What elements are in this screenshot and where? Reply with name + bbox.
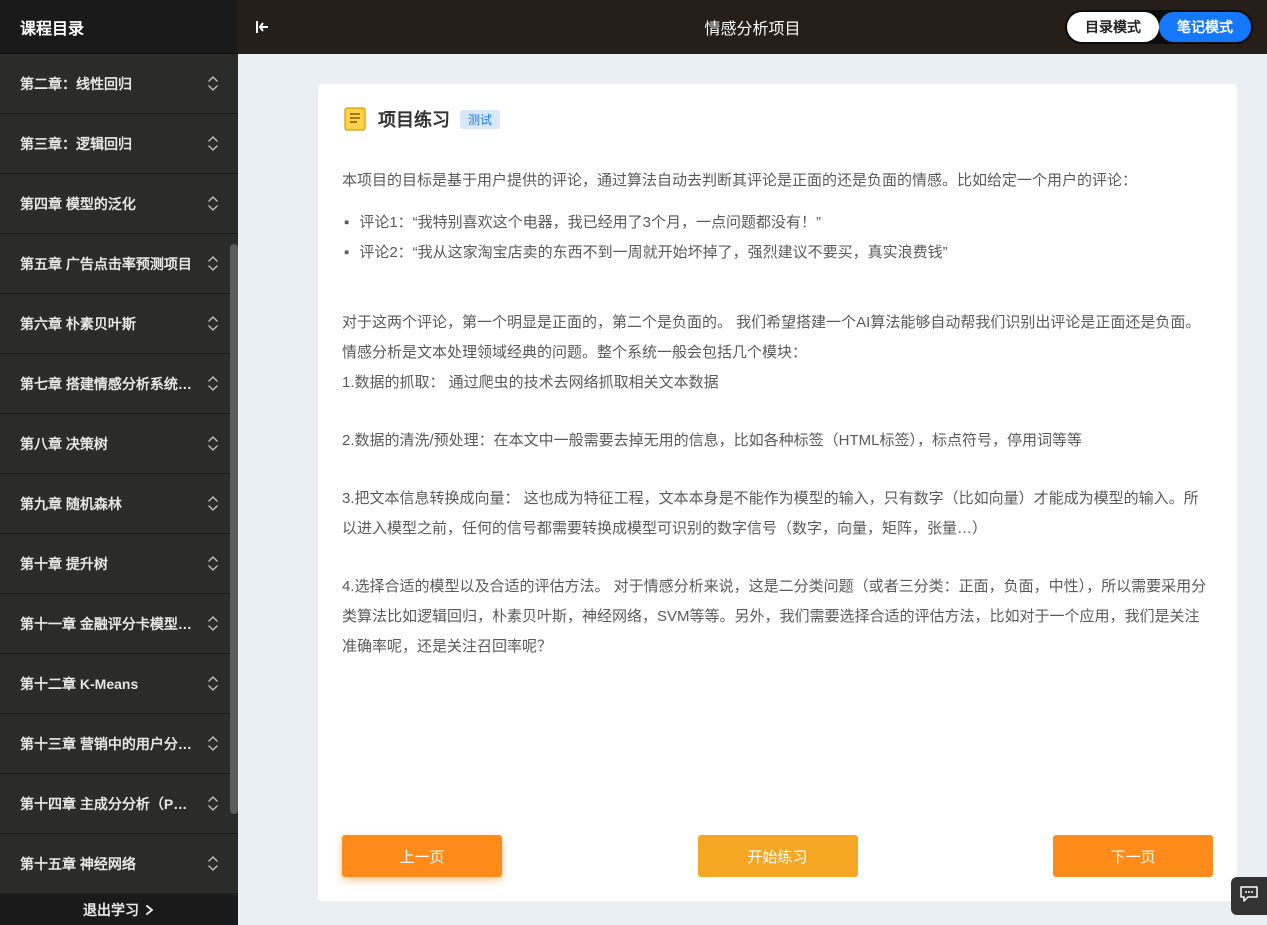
sidebar-item-label: 第九章 随机森林: [20, 494, 206, 514]
sort-icon: [206, 375, 220, 393]
sidebar-item-chapter-7[interactable]: 第七章 搭建情感分析系统…: [0, 354, 238, 414]
start-practice-button[interactable]: 开始练习: [698, 835, 858, 877]
sidebar-item-label: 第六章 朴素贝叶斯: [20, 314, 206, 334]
sidebar-item-label: 第十三章 营销中的用户分…: [20, 734, 206, 754]
card-footer: 上一页 开始练习 下一页: [342, 811, 1213, 877]
sidebar-item-label: 第二章：线性回归: [20, 74, 206, 94]
sidebar: 课程目录 第二章：线性回归 第三章：逻辑回归 第四章 模型的泛化 第五章 广告点…: [0, 0, 238, 925]
sidebar-item-chapter-14[interactable]: 第十四章 主成分分析（P…: [0, 774, 238, 834]
sidebar-scrollbar-thumb[interactable]: [230, 244, 238, 814]
step-2: 2.数据的清洗/预处理：在本文中一般需要去掉无用的信息，比如各种标签（HTML标…: [342, 426, 1213, 456]
sidebar-title: 课程目录: [0, 0, 238, 54]
outline-mode-button[interactable]: 目录模式: [1067, 12, 1159, 42]
paragraph-2: 情感分析是文本处理领域经典的问题。整个系统一般会包括几个模块：: [342, 338, 1213, 368]
next-button[interactable]: 下一页: [1053, 835, 1213, 877]
step-3: 3.把文本信息转换成向量： 这也成为特征工程，文本本身是不能作为模型的输入，只有…: [342, 484, 1213, 544]
sort-icon: [206, 195, 220, 213]
sidebar-item-label: 第十二章 K-Means: [20, 674, 206, 694]
intro-paragraph: 本项目的目标是基于用户提供的评论，通过算法自动去判断其评论是正面的还是负面的情感…: [342, 166, 1213, 196]
mode-toggle: 目录模式 笔记模式: [1065, 10, 1253, 44]
sidebar-item-chapter-3[interactable]: 第三章：逻辑回归: [0, 114, 238, 174]
notes-mode-button[interactable]: 笔记模式: [1159, 12, 1251, 42]
exit-label: 退出学习: [83, 900, 139, 920]
sidebar-item-label: 第十一章 金融评分卡模型…: [20, 614, 206, 634]
chevron-right-icon: [145, 902, 155, 918]
sidebar-item-label: 第十五章 神经网络: [20, 854, 206, 874]
sort-icon: [206, 615, 220, 633]
content-card: 项目练习 测试 本项目的目标是基于用户提供的评论，通过算法自动去判断其评论是正面…: [318, 84, 1237, 901]
document-icon: [342, 106, 368, 132]
sidebar-item-chapter-5[interactable]: 第五章 广告点击率预测项目: [0, 234, 238, 294]
page-title: 情感分析项目: [704, 15, 800, 39]
exit-study-button[interactable]: 退出学习: [0, 895, 238, 925]
sidebar-list[interactable]: 第二章：线性回归 第三章：逻辑回归 第四章 模型的泛化 第五章 广告点击率预测项…: [0, 54, 238, 895]
collapse-sidebar-icon[interactable]: [252, 15, 276, 39]
sidebar-item-label: 第四章 模型的泛化: [20, 194, 206, 214]
review-item-2: 评论2：“我从这家淘宝店卖的东西不到一周就开始坏掉了，强烈建议不要买，真实浪费钱…: [342, 238, 1213, 268]
card-title: 项目练习: [378, 106, 450, 132]
sidebar-item-chapter-12[interactable]: 第十二章 K-Means: [0, 654, 238, 714]
topbar: 情感分析项目 目录模式 笔记模式: [238, 0, 1267, 54]
sort-icon: [206, 795, 220, 813]
card-body: 本项目的目标是基于用户提供的评论，通过算法自动去判断其评论是正面的还是负面的情感…: [342, 166, 1213, 811]
sort-icon: [206, 735, 220, 753]
sidebar-item-label: 第十章 提升树: [20, 554, 206, 574]
sort-icon: [206, 555, 220, 573]
sort-icon: [206, 675, 220, 693]
prev-button[interactable]: 上一页: [342, 835, 502, 877]
sort-icon: [206, 495, 220, 513]
sort-icon: [206, 315, 220, 333]
test-badge: 测试: [460, 110, 500, 129]
sidebar-item-label: 第八章 决策树: [20, 434, 206, 454]
sidebar-item-label: 第七章 搭建情感分析系统…: [20, 374, 206, 394]
sidebar-item-chapter-2[interactable]: 第二章：线性回归: [0, 54, 238, 114]
sidebar-item-chapter-9[interactable]: 第九章 随机森林: [0, 474, 238, 534]
sidebar-item-chapter-6[interactable]: 第六章 朴素贝叶斯: [0, 294, 238, 354]
step-1: 1.数据的抓取： 通过爬虫的技术去网络抓取相关文本数据: [342, 368, 1213, 398]
sort-icon: [206, 435, 220, 453]
sidebar-item-chapter-10[interactable]: 第十章 提升树: [0, 534, 238, 594]
sidebar-title-text: 课程目录: [20, 15, 84, 39]
sidebar-item-chapter-4[interactable]: 第四章 模型的泛化: [0, 174, 238, 234]
sidebar-item-chapter-8[interactable]: 第八章 决策树: [0, 414, 238, 474]
sidebar-scrollbar[interactable]: [230, 54, 238, 895]
sidebar-item-chapter-15[interactable]: 第十五章 神经网络: [0, 834, 238, 894]
chat-icon: [1239, 884, 1259, 909]
sidebar-item-label: 第十四章 主成分分析（P…: [20, 794, 206, 814]
sidebar-item-chapter-11[interactable]: 第十一章 金融评分卡模型…: [0, 594, 238, 654]
paragraph-1: 对于这两个评论，第一个明显是正面的，第二个是负面的。 我们希望搭建一个AI算法能…: [342, 308, 1213, 338]
sidebar-item-chapter-13[interactable]: 第十三章 营销中的用户分…: [0, 714, 238, 774]
chat-fab[interactable]: [1231, 877, 1267, 915]
sidebar-item-label: 第五章 广告点击率预测项目: [20, 254, 206, 274]
sort-icon: [206, 255, 220, 273]
sidebar-item-label: 第三章：逻辑回归: [20, 134, 206, 154]
main: 情感分析项目 目录模式 笔记模式 项目练习 测试: [238, 0, 1267, 925]
step-4: 4.选择合适的模型以及合适的评估方法。 对于情感分析来说，这是二分类问题（或者三…: [342, 572, 1213, 662]
sort-icon: [206, 75, 220, 93]
review-item-1: 评论1：“我特别喜欢这个电器，我已经用了3个月，一点问题都没有！”: [342, 208, 1213, 238]
card-header: 项目练习 测试: [342, 106, 1213, 132]
sort-icon: [206, 135, 220, 153]
sort-icon: [206, 855, 220, 873]
